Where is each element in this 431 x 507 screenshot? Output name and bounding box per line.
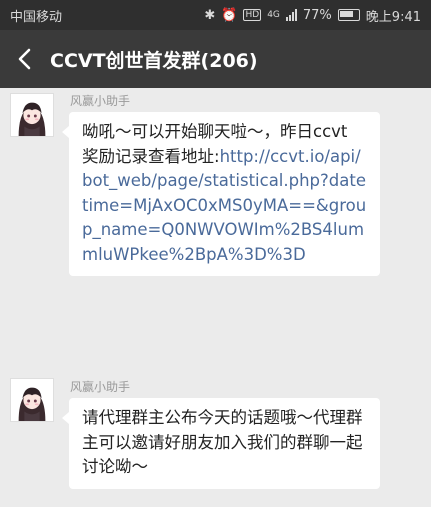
status-bar: 中国移动 ✱ ⏰ HD 4G 77% 晚上9:41 <box>0 0 431 30</box>
message-text: 请代理群主公布今天的话题哦～代理群主可以邀请好朋友加入我们的群聊一起讨论呦～ <box>82 408 363 476</box>
battery-percent: 77% <box>302 7 332 23</box>
status-icons: ✱ ⏰ HD 4G 77% 晚上9:41 <box>204 6 421 25</box>
message-bubble[interactable]: 请代理群主公布今天的话题哦～代理群主可以邀请好朋友加入我们的群聊一起讨论呦～ <box>62 398 380 489</box>
chat-header: CCVT创世首发群(206) <box>0 30 431 88</box>
sender-name: 风赢小助手 <box>70 380 131 394</box>
signal-icon <box>285 9 297 21</box>
message-list[interactable]: 风赢小助手 呦吼～可以开始聊天啦～，昨日ccvt 奖励记录查看地址:http:/… <box>0 88 431 507</box>
chevron-left-icon <box>18 48 31 70</box>
anime-girl-avatar <box>11 94 53 136</box>
carrier-label: 中国移动 <box>10 9 63 25</box>
bluetooth-icon: ✱ <box>204 7 216 23</box>
hd-icon: HD <box>243 9 262 21</box>
anime-girl-avatar <box>11 379 53 421</box>
sender-avatar[interactable] <box>10 378 54 422</box>
chat-title: CCVT创世首发群(206) <box>50 49 258 72</box>
clock: 晚上9:41 <box>365 9 421 25</box>
sender-name: 风赢小助手 <box>70 94 131 108</box>
alarm-icon: ⏰ <box>221 7 238 23</box>
sender-avatar[interactable] <box>10 93 54 137</box>
message-bubble[interactable]: 呦吼～可以开始聊天啦～，昨日ccvt 奖励记录查看地址:http://ccvt.… <box>62 112 380 276</box>
network-type: 4G <box>267 10 280 20</box>
battery-icon <box>337 9 360 21</box>
back-button[interactable] <box>4 30 44 88</box>
